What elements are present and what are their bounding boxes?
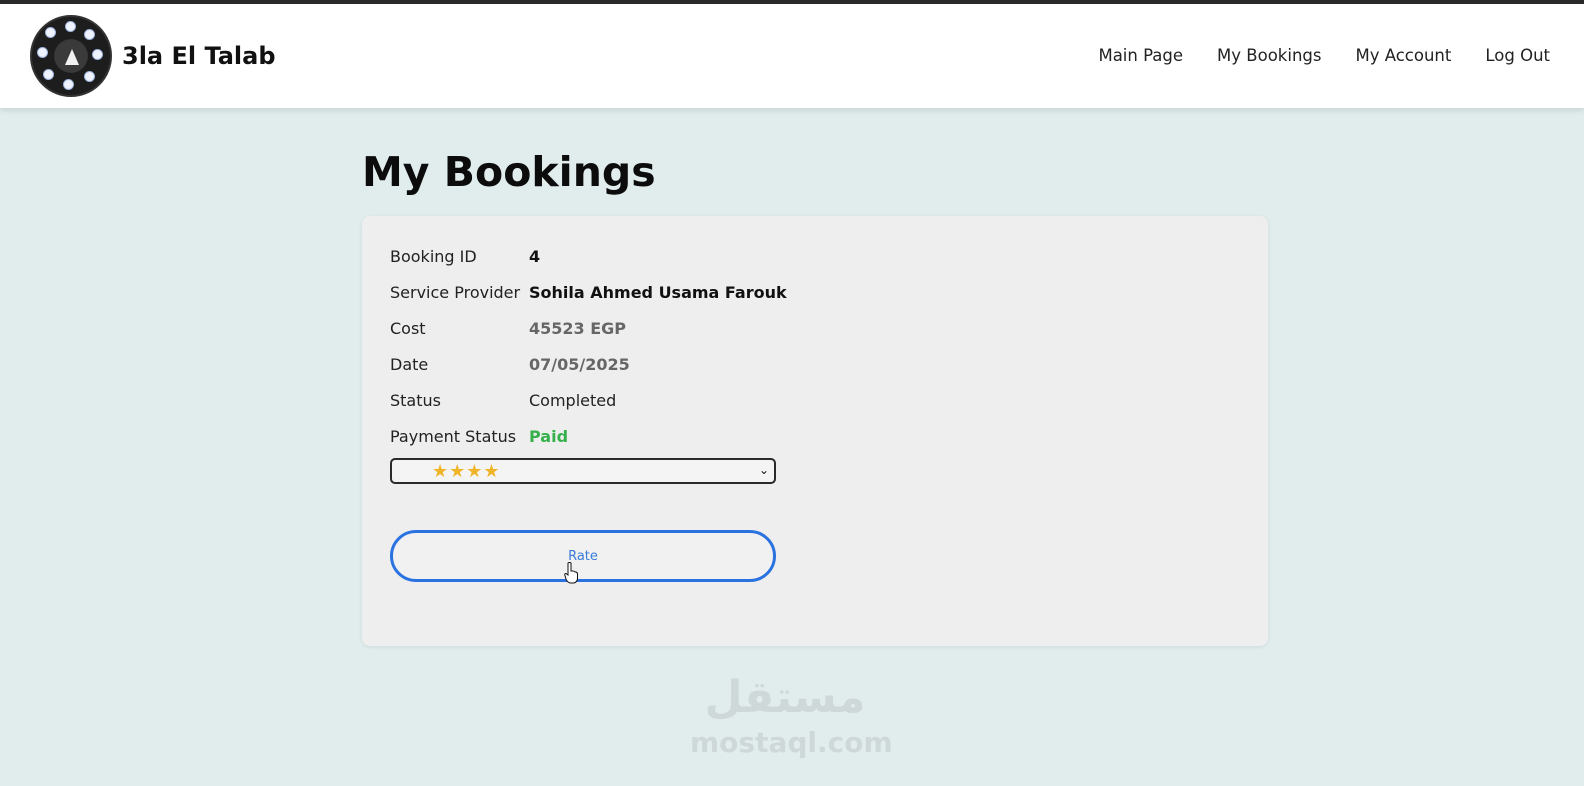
logo-dot bbox=[45, 27, 56, 38]
payment-status-badge: Paid bbox=[529, 426, 569, 446]
brand-name[interactable]: 3la El Talab bbox=[122, 42, 276, 70]
date-row: Date 07/05/2025 bbox=[390, 352, 630, 376]
page-title: My Bookings bbox=[362, 148, 656, 196]
logo-center-mark bbox=[65, 49, 79, 65]
watermark-arabic-text: مستقل bbox=[704, 672, 866, 723]
main-nav: Main Page My Bookings My Account Log Out bbox=[1098, 46, 1550, 65]
mostaql-watermark: مستقل mostaql.com bbox=[690, 668, 893, 759]
status-row: Status Completed bbox=[390, 388, 616, 412]
star-rating-value: ★★★★ bbox=[432, 461, 501, 481]
logo-icon[interactable] bbox=[30, 15, 112, 97]
cost-value: 45523 EGP bbox=[529, 318, 627, 338]
logo-dot bbox=[63, 79, 74, 90]
logo-dot bbox=[43, 69, 54, 80]
booking-card: Booking ID 4 Service Provider Sohila Ahm… bbox=[362, 216, 1268, 646]
hand-pointer-cursor-icon bbox=[564, 562, 578, 584]
payment-status-row: Payment Status Paid bbox=[390, 424, 568, 448]
logo-dot bbox=[84, 71, 95, 82]
service-provider-row: Service Provider Sohila Ahmed Usama Faro… bbox=[390, 280, 787, 304]
booking-id-row: Booking ID 4 bbox=[390, 244, 540, 268]
logo-dot bbox=[37, 47, 48, 58]
cost-row: Cost 45523 EGP bbox=[390, 316, 626, 340]
chevron-down-icon: ⌄ bbox=[758, 463, 769, 477]
nav-log-out[interactable]: Log Out bbox=[1485, 46, 1550, 65]
nav-my-bookings[interactable]: My Bookings bbox=[1217, 46, 1321, 65]
status-value: Completed bbox=[529, 390, 617, 410]
date-label: Date bbox=[390, 354, 429, 374]
booking-id-label: Booking ID bbox=[390, 246, 477, 266]
date-value: 07/05/2025 bbox=[529, 354, 630, 374]
navbar: 3la El Talab Main Page My Bookings My Ac… bbox=[0, 4, 1584, 108]
service-provider-value: Sohila Ahmed Usama Farouk bbox=[529, 282, 787, 302]
watermark-latin-text: mostaql.com bbox=[690, 726, 893, 759]
payment-status-label: Payment Status bbox=[390, 426, 517, 446]
logo-dot bbox=[84, 29, 95, 40]
nav-my-account[interactable]: My Account bbox=[1355, 46, 1451, 65]
nav-main-page[interactable]: Main Page bbox=[1098, 46, 1183, 65]
cost-label: Cost bbox=[390, 318, 426, 338]
service-provider-label: Service Provider bbox=[390, 282, 521, 302]
booking-id-value: 4 bbox=[529, 246, 541, 266]
rating-select[interactable]: ★★★★ ⌄ bbox=[390, 458, 776, 484]
status-label: Status bbox=[390, 390, 441, 410]
logo-dot bbox=[65, 21, 76, 32]
rate-button[interactable]: Rate bbox=[390, 530, 776, 582]
logo-dot bbox=[92, 49, 103, 60]
